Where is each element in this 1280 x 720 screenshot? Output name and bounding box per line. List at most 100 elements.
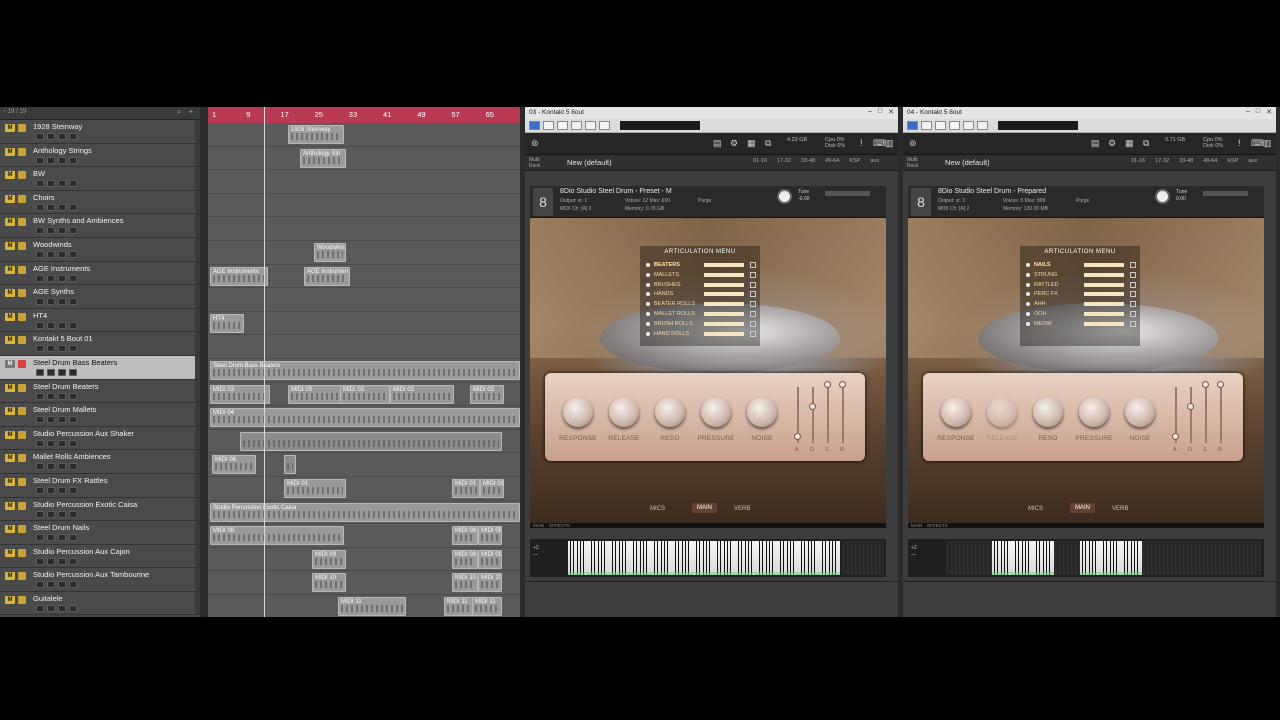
kontakt-logo-icon[interactable]: ⊚ xyxy=(531,138,539,149)
track-control-button[interactable] xyxy=(69,274,77,282)
articulation-toggle[interactable] xyxy=(750,271,756,278)
host-toolbar-button[interactable] xyxy=(599,121,610,130)
articulation-item[interactable]: HAND ROLLS xyxy=(646,330,756,339)
track-row[interactable]: M Steel Drum Mallets xyxy=(0,403,200,427)
track-control-button[interactable] xyxy=(58,416,66,424)
track-control-button[interactable] xyxy=(47,416,55,424)
mute-button[interactable]: M xyxy=(5,312,15,321)
mute-button[interactable]: M xyxy=(5,241,15,250)
midi-region[interactable]: MIDI 09 xyxy=(452,549,478,569)
keyboard-keys[interactable] xyxy=(1080,541,1142,575)
track-row[interactable]: M Mallet Rolls Ambiences xyxy=(0,450,200,474)
articulation-volume-bar[interactable] xyxy=(1084,272,1124,277)
track-control-button[interactable] xyxy=(36,133,44,140)
track-control-button[interactable] xyxy=(36,368,44,376)
articulation-radio[interactable] xyxy=(646,263,650,267)
track-control-button[interactable] xyxy=(36,604,44,612)
instrument-purge[interactable]: Purge xyxy=(698,198,711,204)
record-button[interactable] xyxy=(18,477,26,486)
host-preset-field[interactable] xyxy=(620,121,700,130)
track-control-button[interactable] xyxy=(47,557,55,565)
track-control-button[interactable] xyxy=(36,416,44,424)
instrument-name[interactable]: 8Dio Studio Steel Drum - Prepared xyxy=(938,188,1046,195)
knob-reso[interactable] xyxy=(1033,397,1063,427)
track-control-button[interactable] xyxy=(47,321,55,329)
mute-button[interactable]: M xyxy=(5,501,15,510)
rack-page-tab[interactable]: 33-48 xyxy=(1179,158,1193,164)
instrument-purge[interactable]: Purge xyxy=(1076,198,1089,204)
mute-button[interactable]: M xyxy=(5,171,15,180)
track-control-button[interactable] xyxy=(47,227,55,235)
minimize-icon[interactable]: – xyxy=(868,108,872,116)
articulation-volume-bar[interactable] xyxy=(704,263,744,267)
mute-button[interactable]: M xyxy=(5,336,15,345)
record-button[interactable] xyxy=(18,383,26,392)
articulation-item[interactable]: STRUNG xyxy=(1026,271,1136,280)
host-toolbar-button[interactable] xyxy=(921,121,932,130)
record-button[interactable] xyxy=(18,572,26,581)
track-control-button[interactable] xyxy=(47,203,55,211)
host-toolbar-button[interactable] xyxy=(907,121,918,130)
articulation-item[interactable]: AHH xyxy=(1026,300,1136,309)
adsr-handle[interactable] xyxy=(824,381,831,388)
mute-button[interactable]: M xyxy=(5,289,15,298)
host-toolbar-button[interactable] xyxy=(529,121,540,130)
knob-noise[interactable] xyxy=(747,397,777,427)
articulation-item[interactable]: RATTLED xyxy=(1026,281,1136,290)
articulation-volume-bar[interactable] xyxy=(1084,292,1124,297)
adsr-handle[interactable] xyxy=(839,381,846,388)
track-control-button[interactable] xyxy=(58,368,66,376)
midi-region[interactable]: MIDI 10 xyxy=(478,573,502,593)
playhead[interactable] xyxy=(264,107,265,617)
track-control-button[interactable] xyxy=(58,392,66,400)
track-control-button[interactable] xyxy=(36,250,44,258)
midi-region[interactable]: MIDI 04 xyxy=(210,408,520,428)
midi-region[interactable]: Anthology Stri xyxy=(300,148,346,168)
adsr-handle[interactable] xyxy=(794,433,801,440)
octave-controls[interactable]: +2 — xyxy=(533,545,539,559)
track-row[interactable]: M Studio Percussion Aux Cajon xyxy=(0,544,200,569)
track-lane[interactable] xyxy=(208,217,520,241)
record-button[interactable] xyxy=(18,359,26,368)
track-control-button[interactable] xyxy=(58,133,66,140)
record-button[interactable] xyxy=(18,265,26,274)
knob-response[interactable] xyxy=(941,397,971,427)
midi-region[interactable]: MIDI 09 xyxy=(478,549,502,569)
track-control-button[interactable] xyxy=(47,463,55,471)
mute-button[interactable]: M xyxy=(5,572,15,581)
track-row[interactable]: M Kontakt 5 Bout 01 xyxy=(0,332,200,356)
track-control-button[interactable] xyxy=(47,274,55,282)
record-button[interactable] xyxy=(18,548,26,557)
keyboard-keys-out-of-range[interactable] xyxy=(946,541,992,575)
track-control-button[interactable] xyxy=(36,463,44,471)
track-control-button[interactable] xyxy=(47,156,55,164)
articulation-toggle[interactable] xyxy=(1130,271,1136,278)
articulation-item[interactable]: PERC FX xyxy=(1026,290,1136,299)
articulation-radio[interactable] xyxy=(646,321,650,326)
midi-region[interactable]: MIDI 08 xyxy=(478,526,502,546)
page-tab-verb[interactable]: VERB xyxy=(734,506,750,512)
track-control-button[interactable] xyxy=(58,486,66,494)
save-icon[interactable]: ▤ xyxy=(1091,138,1100,149)
adsr-slider-d[interactable] xyxy=(812,387,814,443)
articulation-toggle[interactable] xyxy=(750,262,756,268)
midi-region[interactable]: MIDI 03 xyxy=(470,384,504,404)
track-control-button[interactable] xyxy=(69,298,77,306)
mute-button[interactable]: M xyxy=(5,359,15,368)
track-control-button[interactable] xyxy=(69,486,77,494)
mute-button[interactable]: M xyxy=(5,383,15,392)
rack-page-tab[interactable]: KSP xyxy=(849,158,860,164)
rack-page-tab[interactable]: 17-32 xyxy=(777,158,791,164)
track-control-button[interactable] xyxy=(36,156,44,164)
browser-icon[interactable]: ⧉ xyxy=(765,138,771,149)
midi-region[interactable]: AGE Instrumen xyxy=(304,266,350,286)
track-control-button[interactable] xyxy=(58,510,66,518)
track-control-button[interactable] xyxy=(69,463,77,471)
rack-toggle-icon[interactable]: ▥ xyxy=(885,138,894,149)
knob-response[interactable] xyxy=(563,397,593,427)
track-row[interactable]: M Steel Drum Beaters xyxy=(0,379,200,404)
rack-page-tab[interactable]: 49-64 xyxy=(1203,158,1217,164)
track-row[interactable]: M 1928 Steinway xyxy=(0,120,200,144)
articulation-item[interactable]: BEATERS xyxy=(646,261,756,270)
articulation-toggle[interactable] xyxy=(1130,311,1136,317)
